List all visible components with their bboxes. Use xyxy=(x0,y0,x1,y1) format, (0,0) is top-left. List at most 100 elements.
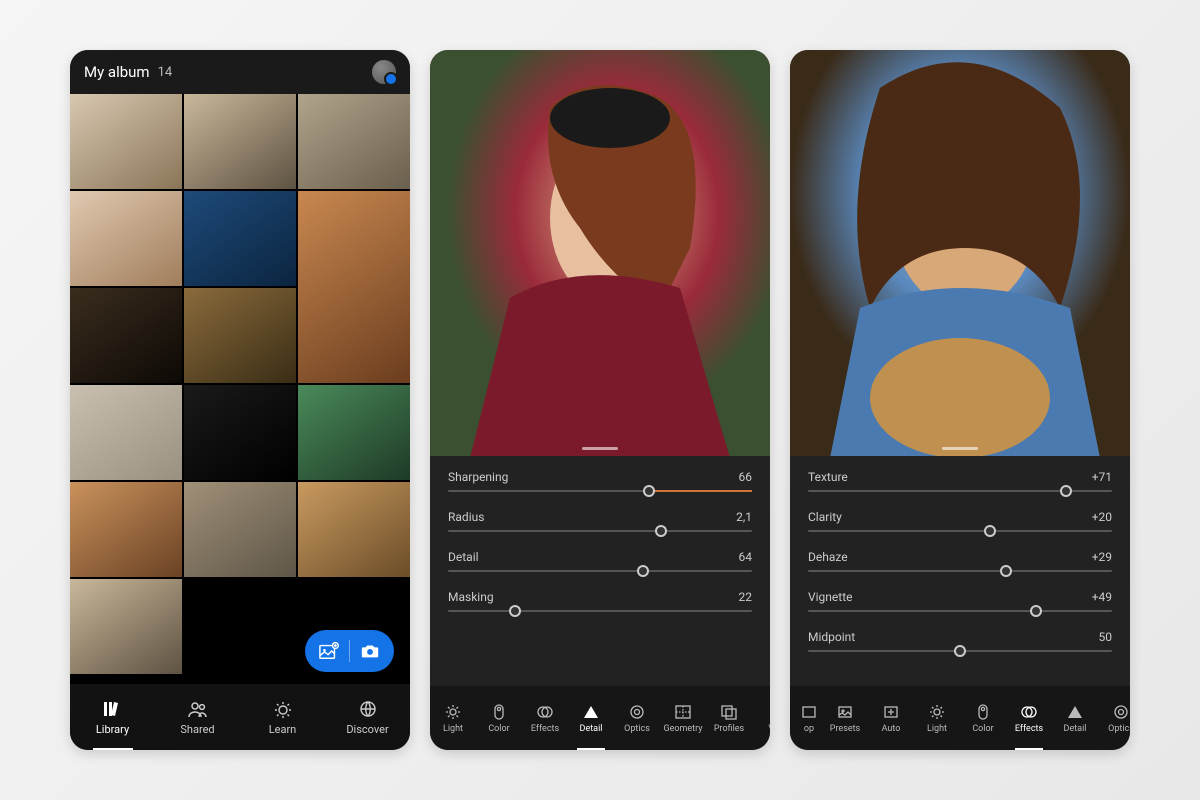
thumbnail[interactable] xyxy=(298,482,410,577)
slider-clarity[interactable]: Clarity +20 xyxy=(808,510,1112,532)
slider-track[interactable] xyxy=(808,610,1112,612)
tool-detail[interactable]: Detail xyxy=(1052,686,1098,750)
effects-sliders: Texture +71 Clarity +20 Dehaze +29 xyxy=(790,456,1130,686)
tool-label: Ver xyxy=(768,724,770,734)
slider-track[interactable] xyxy=(808,650,1112,652)
tool-profiles[interactable]: Profiles xyxy=(706,686,752,750)
photo-preview[interactable] xyxy=(430,50,770,456)
tool-label: Color xyxy=(972,724,993,734)
slider-value: 66 xyxy=(739,470,753,484)
photo-grid[interactable] xyxy=(70,94,410,684)
slider-track[interactable] xyxy=(448,610,752,612)
slider-track[interactable] xyxy=(808,570,1112,572)
slider-value: +71 xyxy=(1092,470,1112,484)
slider-knob[interactable] xyxy=(984,525,996,537)
slider-knob[interactable] xyxy=(1030,605,1042,617)
color-icon xyxy=(489,703,509,721)
thumbnail[interactable] xyxy=(298,94,410,189)
optics-icon xyxy=(1111,703,1130,721)
slider-value: 2,1 xyxy=(736,510,752,524)
tool-label: Auto xyxy=(882,724,901,734)
tool-effects[interactable]: Effects xyxy=(1006,686,1052,750)
tool-light[interactable]: Light xyxy=(430,686,476,750)
tool-auto[interactable]: Auto xyxy=(868,686,914,750)
slider-label: Clarity xyxy=(808,510,842,524)
nav-learn[interactable]: Learn xyxy=(240,684,325,750)
slider-knob[interactable] xyxy=(954,645,966,657)
slider-radius[interactable]: Radius 2,1 xyxy=(448,510,752,532)
thumbnail[interactable] xyxy=(298,191,410,383)
tool-label: Geometry xyxy=(663,724,702,734)
photo-preview[interactable] xyxy=(790,50,1130,456)
nav-library[interactable]: Library xyxy=(70,684,155,750)
slider-track[interactable] xyxy=(808,490,1112,492)
effects-icon xyxy=(1019,703,1039,721)
thumbnail[interactable] xyxy=(184,385,296,480)
nav-label: Shared xyxy=(180,723,214,736)
tool-cropped[interactable]: op xyxy=(790,686,822,750)
slider-dehaze[interactable]: Dehaze +29 xyxy=(808,550,1112,572)
nav-label: Discover xyxy=(346,723,388,736)
slider-knob[interactable] xyxy=(637,565,649,577)
slider-vignette[interactable]: Vignette +49 xyxy=(808,590,1112,612)
tool-label: Detail xyxy=(580,724,603,734)
tool-label: Optics xyxy=(1108,724,1130,734)
slider-track[interactable] xyxy=(448,570,752,572)
tool-presets[interactable]: Presets xyxy=(822,686,868,750)
tool-label: Effects xyxy=(531,724,559,734)
slider-knob[interactable] xyxy=(1000,565,1012,577)
tool-effects[interactable]: Effects xyxy=(522,686,568,750)
tool-color[interactable]: Color xyxy=(960,686,1006,750)
thumbnail[interactable] xyxy=(70,385,182,480)
thumbnail[interactable] xyxy=(184,191,296,286)
thumbnail[interactable] xyxy=(70,191,182,286)
slider-label: Dehaze xyxy=(808,550,848,564)
slider-track[interactable] xyxy=(448,530,752,532)
tool-geometry[interactable]: Geometry xyxy=(660,686,706,750)
album-title: My album xyxy=(84,63,150,81)
tool-label: Presets xyxy=(830,724,860,734)
detail-icon xyxy=(581,703,601,721)
thumbnail[interactable] xyxy=(298,385,410,480)
thumbnail[interactable] xyxy=(70,482,182,577)
tool-label: Profiles xyxy=(714,724,744,734)
slider-detail[interactable]: Detail 64 xyxy=(448,550,752,572)
add-photo-fab[interactable] xyxy=(305,630,394,672)
slider-knob[interactable] xyxy=(509,605,521,617)
tool-color[interactable]: Color xyxy=(476,686,522,750)
thumbnail[interactable] xyxy=(70,94,182,189)
detail-icon xyxy=(1065,703,1085,721)
profiles-icon xyxy=(719,703,739,721)
panel-drag-handle[interactable] xyxy=(582,447,618,450)
slider-track[interactable] xyxy=(448,490,752,492)
slider-midpoint[interactable]: Midpoint 50 xyxy=(808,630,1112,652)
slider-track[interactable] xyxy=(808,530,1112,532)
nav-shared[interactable]: Shared xyxy=(155,684,240,750)
tool-optics[interactable]: Optics xyxy=(614,686,660,750)
learn-icon xyxy=(272,699,294,719)
account-avatar[interactable] xyxy=(372,60,396,84)
slider-knob[interactable] xyxy=(1060,485,1072,497)
slider-value: +20 xyxy=(1092,510,1112,524)
nav-discover[interactable]: Discover xyxy=(325,684,410,750)
slider-masking[interactable]: Masking 22 xyxy=(448,590,752,612)
thumbnail[interactable] xyxy=(184,288,296,383)
tool-detail[interactable]: Detail xyxy=(568,686,614,750)
slider-label: Masking xyxy=(448,590,494,604)
slider-knob[interactable] xyxy=(655,525,667,537)
slider-sharpening[interactable]: Sharpening 66 xyxy=(448,470,752,492)
geometry-icon xyxy=(673,703,693,721)
thumbnail[interactable] xyxy=(70,579,182,674)
thumbnail[interactable] xyxy=(184,94,296,189)
panel-drag-handle[interactable] xyxy=(942,447,978,450)
slider-value: +29 xyxy=(1092,550,1112,564)
thumbnail[interactable] xyxy=(184,482,296,577)
slider-knob[interactable] xyxy=(643,485,655,497)
tool-ver[interactable]: Ver xyxy=(752,686,770,750)
slider-value: +49 xyxy=(1092,590,1112,604)
tool-light[interactable]: Light xyxy=(914,686,960,750)
auto-icon xyxy=(881,703,901,721)
tool-optics[interactable]: Optics xyxy=(1098,686,1130,750)
thumbnail[interactable] xyxy=(70,288,182,383)
slider-texture[interactable]: Texture +71 xyxy=(808,470,1112,492)
